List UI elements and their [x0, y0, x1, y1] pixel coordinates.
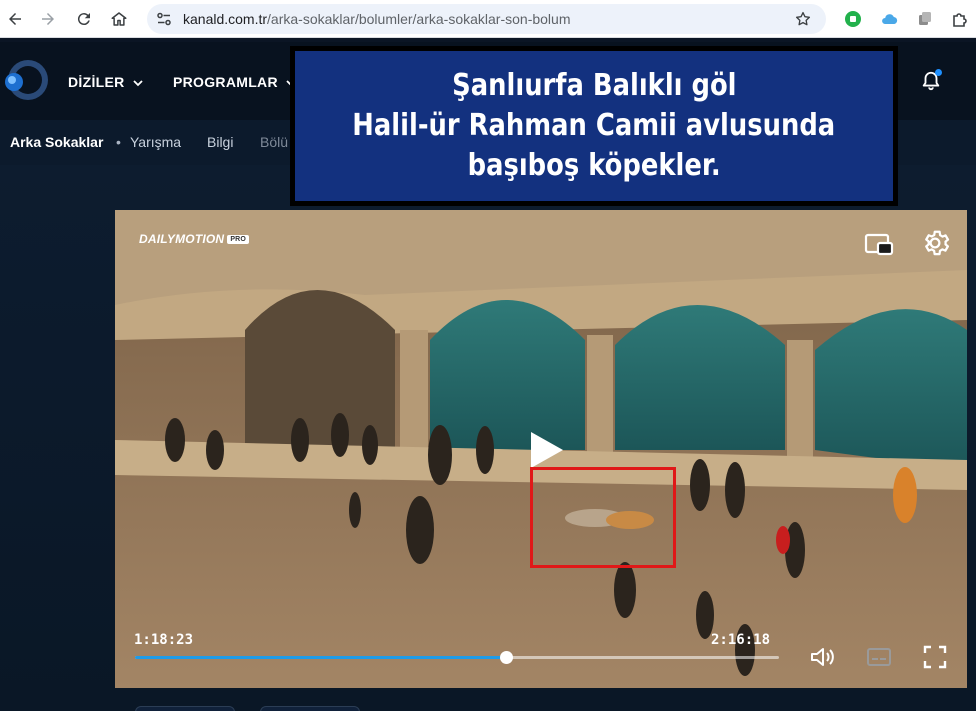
forward-arrow-icon[interactable]: [35, 6, 61, 32]
back-arrow-icon[interactable]: [2, 6, 28, 32]
url-host: kanald.com.tr: [183, 11, 268, 27]
copy-extension-icon[interactable]: [916, 10, 934, 28]
separator-dot: •: [116, 134, 121, 150]
site-info-icon[interactable]: [156, 11, 172, 27]
menu-programlar[interactable]: PROGRAMLAR: [173, 74, 296, 90]
current-time: 1:18:23: [134, 632, 194, 648]
subnav-yarisma[interactable]: Yarışma: [130, 134, 181, 150]
bookmark-star-icon[interactable]: [794, 10, 812, 28]
tab-pill[interactable]: [260, 706, 360, 711]
home-icon[interactable]: [106, 6, 132, 32]
caption-box: Şanlıurfa Balıklı göl Halil-ür Rahman Ca…: [295, 51, 893, 201]
cloud-extension-icon[interactable]: [880, 10, 898, 28]
picture-in-picture-icon[interactable]: [864, 232, 894, 256]
address-bar[interactable]: kanald.com.tr/arka-sokaklar/bolumler/ark…: [147, 4, 826, 34]
caption-line-3: başıboş köpekler.: [467, 148, 721, 183]
kanal-d-logo[interactable]: [4, 58, 48, 102]
play-icon[interactable]: [525, 430, 565, 470]
url-path: /arka-sokaklar/bolumler/arka-sokaklar-so…: [267, 11, 571, 27]
subnav-bolumler[interactable]: Bölü: [260, 134, 288, 150]
menu-diziler-label: DİZİLER: [68, 74, 125, 90]
video-player[interactable]: DAILYMOTION PRO 1:18:23 2:16:18: [115, 210, 967, 688]
menu-diziler[interactable]: DİZİLER: [68, 74, 143, 90]
notification-dot: [935, 69, 942, 76]
subnav-bilgi[interactable]: Bilgi: [207, 134, 233, 150]
browser-toolbar: kanald.com.tr/arka-sokaklar/bolumler/ark…: [0, 0, 976, 38]
menu-programlar-label: PROGRAMLAR: [173, 74, 278, 90]
url-text[interactable]: kanald.com.tr/arka-sokaklar/bolumler/ark…: [183, 11, 571, 27]
progress-fill: [135, 656, 506, 659]
volume-icon[interactable]: [809, 645, 837, 669]
caption-overlay: Şanlıurfa Balıklı göl Halil-ür Rahman Ca…: [290, 46, 898, 206]
tab-pill[interactable]: [135, 706, 235, 711]
dailymotion-brand: DAILYMOTION: [139, 232, 225, 246]
extensions-puzzle-icon[interactable]: [951, 10, 969, 28]
dailymotion-logo: DAILYMOTION PRO: [139, 232, 250, 246]
settings-gear-icon[interactable]: [920, 228, 950, 258]
duration: 2:16:18: [711, 632, 771, 648]
progress-thumb[interactable]: [499, 651, 513, 664]
show-title[interactable]: Arka Sokaklar: [10, 134, 103, 150]
chevron-down-icon: [132, 80, 143, 87]
progress-bar[interactable]: [135, 651, 779, 664]
green-extension-icon[interactable]: [844, 10, 862, 28]
caption-line-2: Halil-ür Rahman Camii avlusunda: [352, 108, 836, 143]
caption-line-1: Şanlıurfa Balıklı göl: [451, 68, 737, 103]
pro-badge: PRO: [227, 235, 250, 244]
fullscreen-icon[interactable]: [922, 644, 948, 670]
highlight-box: [530, 467, 676, 568]
reload-icon[interactable]: [71, 6, 97, 32]
subtitles-icon[interactable]: [866, 645, 892, 669]
